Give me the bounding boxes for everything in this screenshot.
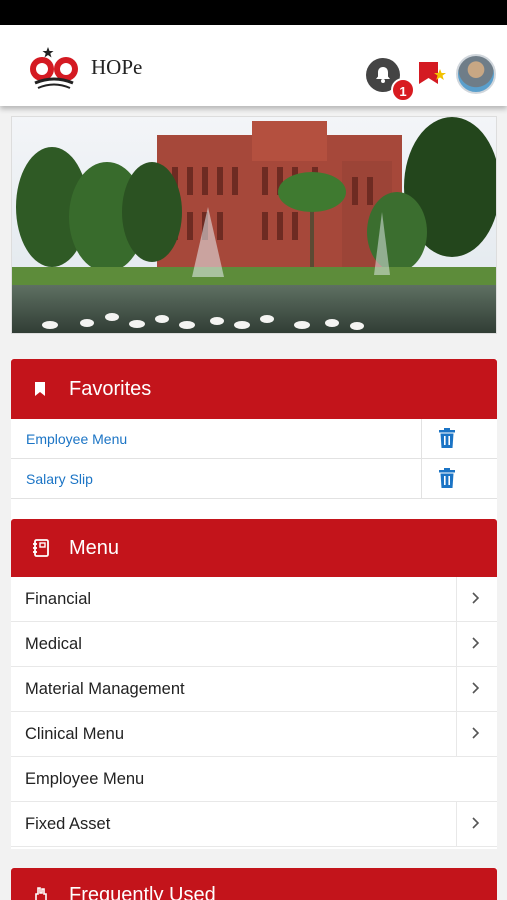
row-divider	[456, 712, 457, 756]
frequently-used-panel: Frequently Used	[11, 868, 497, 900]
menu-header: Menu	[11, 519, 497, 577]
menu-title: Menu	[69, 536, 120, 559]
chevron-right-icon	[471, 816, 480, 835]
delete-favorite-button[interactable]	[438, 468, 456, 493]
menu-item-clinical-menu[interactable]: Clinical Menu	[11, 712, 497, 757]
favorites-header: Favorites	[11, 359, 497, 419]
app-header: HOPe 1	[0, 25, 507, 106]
bookmarks-button[interactable]	[416, 58, 448, 90]
hand-icon	[33, 884, 55, 900]
chevron-right-icon	[471, 636, 480, 655]
row-divider	[456, 802, 457, 846]
favorites-title: Favorites	[69, 377, 152, 400]
menu-item-label: Medical	[25, 635, 82, 653]
menu-item-label: Fixed Asset	[25, 815, 111, 833]
row-divider	[421, 459, 422, 499]
menu-item-label: Financial	[25, 590, 92, 608]
chevron-right-icon	[471, 681, 480, 700]
trash-icon	[439, 468, 455, 488]
favorite-link-salary-slip[interactable]: Salary Slip	[26, 471, 93, 487]
frequently-used-title: Frequently Used	[69, 884, 216, 900]
menu-panel: Menu Financial Medical Material Manageme…	[11, 519, 497, 849]
row-divider	[456, 622, 457, 666]
menu-item-fixed-asset[interactable]: Fixed Asset	[11, 802, 497, 847]
row-divider	[421, 419, 422, 459]
row-divider	[456, 667, 457, 711]
favorite-link-employee-menu[interactable]: Employee Menu	[26, 431, 127, 447]
notification-badge: 1	[391, 78, 415, 102]
menu-item-medical[interactable]: Medical	[11, 622, 497, 667]
favorite-item: Salary Slip	[11, 459, 497, 499]
user-avatar[interactable]	[456, 54, 496, 94]
menu-item-material-management[interactable]: Material Management	[11, 667, 497, 712]
delete-favorite-button[interactable]	[438, 428, 456, 453]
chevron-right-icon	[471, 726, 480, 745]
row-divider	[456, 577, 457, 621]
flag-star-icon	[419, 62, 446, 84]
bookmark-icon	[33, 378, 55, 400]
notebook-icon	[33, 537, 55, 559]
menu-item-label: Clinical Menu	[25, 725, 125, 743]
app-name: HOPe	[91, 55, 143, 79]
chevron-right-icon	[471, 591, 480, 610]
status-bar	[0, 0, 507, 25]
favorite-item: Employee Menu	[11, 419, 497, 459]
menu-item-label: Material Management	[25, 680, 185, 698]
favorites-panel: Favorites Employee Menu Salary Slip	[11, 359, 497, 519]
frequently-used-header: Frequently Used	[11, 868, 497, 900]
bell-icon	[376, 67, 390, 83]
menu-item-label: Employee Menu	[25, 770, 145, 788]
menu-item-employee-menu[interactable]: Employee Menu	[11, 757, 497, 802]
hospital-banner-image	[11, 116, 497, 334]
trash-icon	[439, 428, 455, 448]
menu-item-financial[interactable]: Financial	[11, 577, 497, 622]
app-logo	[26, 43, 82, 91]
